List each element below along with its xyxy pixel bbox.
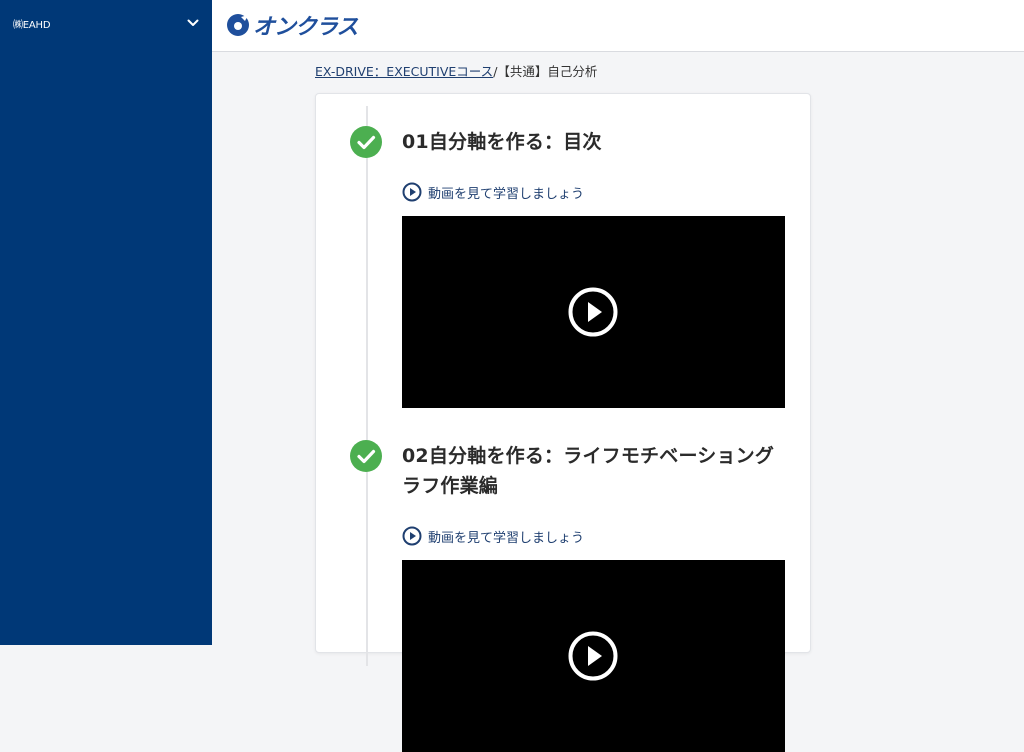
- watch-video-label: 動画を見て学習しましょう: [428, 186, 585, 202]
- video-player[interactable]: [402, 560, 785, 752]
- org-switcher[interactable]: ㈱EAHD: [0, 0, 212, 46]
- lesson-title[interactable]: 02自分軸を作る：ライフモチベーショングラフ作業編: [402, 441, 792, 501]
- logo[interactable]: オンクラス: [226, 11, 359, 40]
- logo-text: オンクラス: [253, 15, 359, 40]
- breadcrumb: EX-DRIVE：EXECUTIVEコース/【共通】自己分析: [315, 61, 597, 80]
- sidebar: ㈱EAHD: [0, 0, 212, 645]
- timeline-line: [366, 106, 368, 666]
- check-circle-icon: [350, 440, 382, 472]
- breadcrumb-current: 【共通】自己分析: [497, 64, 598, 79]
- watch-video-link[interactable]: 動画を見て学習しましょう: [402, 526, 584, 546]
- play-circle-icon: [402, 526, 422, 546]
- check-circle-icon: [350, 126, 382, 158]
- watch-video-link[interactable]: 動画を見て学習しましょう: [402, 182, 584, 202]
- breadcrumb-course-link[interactable]: EX-DRIVE：EXECUTIVEコース: [315, 64, 493, 79]
- video-player[interactable]: [402, 216, 785, 408]
- play-button-icon[interactable]: [568, 287, 618, 337]
- play-button-icon[interactable]: [568, 631, 618, 681]
- logo-mark-icon: [227, 14, 249, 36]
- watch-video-label: 動画を見て学習しましょう: [428, 530, 585, 546]
- lesson-title[interactable]: 01自分軸を作る：目次: [402, 127, 792, 157]
- play-circle-icon: [402, 182, 422, 202]
- org-name: ㈱EAHD: [13, 19, 51, 31]
- header: オンクラス: [212, 0, 1024, 52]
- lesson-list-card: 01自分軸を作る：目次 動画を見て学習しましょう 02自分軸を作る：ライフモチベ…: [315, 93, 811, 752]
- chevron-down-icon[interactable]: [186, 16, 200, 30]
- main-content: EX-DRIVE：EXECUTIVEコース/【共通】自己分析 01自分軸を作る：…: [212, 53, 1024, 752]
